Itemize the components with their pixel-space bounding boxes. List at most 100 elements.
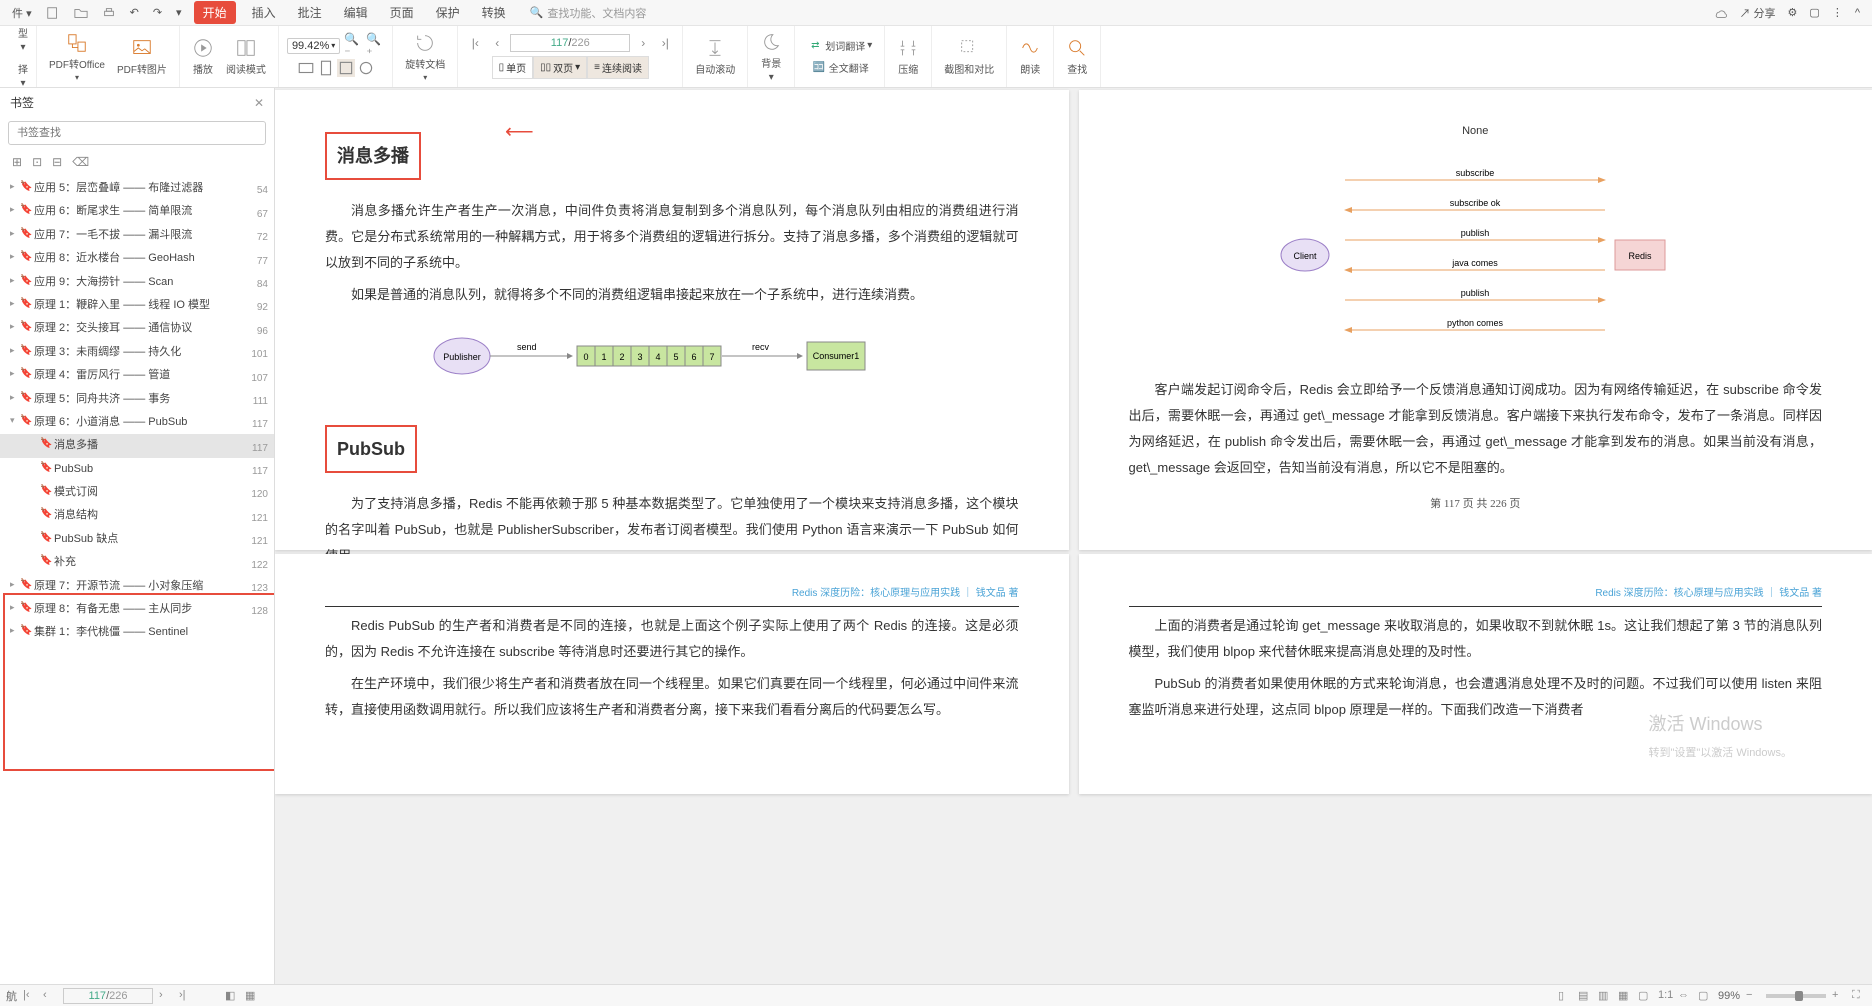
zoom-status[interactable]: 99% — [1718, 990, 1740, 1002]
bookmark-item[interactable]: ▸🔖应用 5：层峦叠嶂 —— 布隆过滤器54 — [0, 177, 274, 200]
single-page-button[interactable]: ▯ 单页 — [492, 56, 534, 79]
page-number-input[interactable]: 117/226 — [510, 34, 630, 52]
bookmark-item[interactable]: ▸🔖原理 7：开源节流 —— 小对象压缩123 — [0, 575, 274, 598]
sidebar-toggle-icon[interactable]: ◧ — [225, 989, 239, 1003]
print-icon[interactable] — [96, 4, 122, 22]
tab-insert[interactable]: 插入 — [242, 0, 286, 25]
next-page-status-icon[interactable]: › — [159, 989, 173, 1003]
bookmark-item[interactable]: ▸🔖原理 2：交头接耳 —— 通信协议96 — [0, 317, 274, 340]
bookmark-subitem[interactable]: 🔖PubSub 缺点121 — [0, 528, 274, 551]
close-panel-icon[interactable]: ✕ — [254, 96, 264, 110]
open-icon[interactable] — [68, 4, 94, 22]
bookmark-item[interactable]: ▸🔖集群 1：李代桃僵 —— Sentinel — [0, 621, 274, 644]
bookmark-item[interactable]: ▸🔖应用 7：一毛不拔 —— 漏斗限流72 — [0, 224, 274, 247]
fit-visible-icon[interactable] — [357, 59, 375, 77]
first-page-icon[interactable]: |‹ — [466, 34, 484, 52]
view2-icon[interactable]: ▤ — [1578, 989, 1592, 1003]
collapse-icon[interactable]: ^ — [1849, 5, 1866, 21]
tab-edit[interactable]: 编辑 — [334, 0, 378, 25]
zoom-slider-plus-icon[interactable]: + — [1832, 989, 1846, 1003]
zoom-in-icon[interactable]: 🔍⁺ — [366, 37, 384, 55]
bookmark-item[interactable]: ▸🔖原理 3：未雨绸缪 —— 持久化101 — [0, 341, 274, 364]
command-search[interactable]: 🔍 查找功能、文档内容 — [530, 5, 647, 21]
tab-convert[interactable]: 转换 — [472, 0, 516, 25]
fit-width-status-icon[interactable]: ⇔ — [1678, 989, 1692, 1003]
new-icon[interactable] — [40, 4, 66, 22]
file-dropdown[interactable]: 件 ▾ — [6, 3, 38, 23]
background-button[interactable]: 背景 ▾ — [756, 29, 786, 85]
tab-page[interactable]: 页面 — [380, 0, 424, 25]
prev-page-status-icon[interactable]: ‹ — [43, 989, 57, 1003]
tab-protect[interactable]: 保护 — [426, 0, 470, 25]
bookmark-item[interactable]: ▸🔖应用 6：断尾求生 —— 简单限流67 — [0, 200, 274, 223]
pdf-to-office-button[interactable]: PDF转Office▾ — [45, 30, 109, 84]
actual-size-icon[interactable] — [337, 59, 355, 77]
play-button[interactable]: 播放 — [188, 35, 218, 78]
view5-icon[interactable]: ▢ — [1638, 989, 1652, 1003]
bookmark-subitem[interactable]: 🔖PubSub117 — [0, 458, 274, 481]
fit-page-icon[interactable] — [317, 59, 335, 77]
zoom-slider[interactable] — [1766, 994, 1826, 998]
zoom-out-status-icon[interactable]: ▢ — [1698, 989, 1712, 1003]
kebab-icon[interactable]: ⋮ — [1826, 4, 1849, 21]
tab-start[interactable]: 开始 — [194, 1, 236, 24]
pdf-to-image-button[interactable]: PDF转图片 — [113, 35, 171, 78]
add-bookmark-icon[interactable]: ⊞ — [12, 155, 22, 169]
rotate-doc-button[interactable]: 旋转文档▾ — [401, 30, 449, 84]
zoom-out-icon[interactable]: 🔍⁻ — [344, 37, 362, 55]
zoom-input[interactable]: 99.42% ▾ — [287, 38, 340, 54]
screenshot-compare-button[interactable]: 截图和对比 — [940, 35, 998, 78]
bookmark-search-input[interactable] — [8, 121, 266, 145]
undo-icon[interactable]: ↶ — [124, 4, 145, 21]
bookmark-subitem[interactable]: 🔖模式订阅120 — [0, 481, 274, 504]
read-aloud-button[interactable]: 朗读 — [1015, 35, 1045, 78]
document-view[interactable]: ✦ ⟶ 消息多播 ⟵ 消息多播允许生产者生产一次消息，中间件负责将消息复制到多个… — [275, 88, 1872, 984]
new-sub-bookmark-icon[interactable]: ⊡ — [32, 155, 42, 169]
bookmark-item[interactable]: ▸🔖应用 8：近水楼台 —— GeoHash77 — [0, 247, 274, 270]
bookmark-item[interactable]: ▸🔖原理 8：有备无患 —— 主从同步128 — [0, 598, 274, 621]
last-page-icon[interactable]: ›| — [656, 34, 674, 52]
thumbnails-icon[interactable]: ▦ — [245, 989, 259, 1003]
reading-mode-button[interactable]: 阅读模式 — [222, 35, 270, 78]
tab-review[interactable]: 批注 — [288, 0, 332, 25]
bookmark-subitem[interactable]: 🔖消息结构121 — [0, 504, 274, 527]
svg-text:Client: Client — [1294, 251, 1318, 261]
full-translate-button[interactable]: 🈁 全文翻译 — [803, 58, 876, 78]
continuous-button[interactable]: ≡ 连续阅读 — [587, 56, 649, 79]
redo-icon[interactable]: ↷ — [147, 4, 168, 21]
fit-width-icon[interactable] — [297, 59, 315, 77]
double-page-button[interactable]: ▯▯ 双页 ▾ — [533, 56, 587, 79]
auto-scroll-button[interactable]: 自动滚动 — [691, 35, 739, 78]
status-page-input[interactable]: 117/226 — [63, 988, 153, 1004]
word-translate-button[interactable]: ⇄ 划词翻译 ▾ — [803, 36, 876, 56]
fullscreen-icon[interactable]: ⛶ — [1852, 989, 1866, 1003]
compress-button[interactable]: 压缩 — [893, 35, 923, 78]
view4-icon[interactable]: ▦ — [1618, 989, 1632, 1003]
next-page-icon[interactable]: › — [634, 34, 652, 52]
prev-page-icon[interactable]: ‹ — [488, 34, 506, 52]
bookmark-item[interactable]: ▸🔖原理 4：雷厉风行 —— 管道107 — [0, 364, 274, 387]
settings-icon[interactable]: ⚙ — [1782, 4, 1804, 21]
last-page-status-icon[interactable]: ›| — [179, 989, 193, 1003]
delete-bookmark-icon[interactable]: ⌫ — [72, 155, 89, 169]
share-button[interactable]: ↗ 分享 — [1733, 3, 1781, 23]
more-dropdown-icon[interactable]: ▾ — [170, 4, 188, 21]
view1-icon[interactable]: ▯ — [1558, 989, 1572, 1003]
find-button[interactable]: 查找 — [1062, 35, 1092, 78]
bookmark-item[interactable]: ▸🔖原理 5：同舟共济 —— 事务111 — [0, 388, 274, 411]
bookmark-item[interactable]: ▸🔖应用 9：大海捞针 —— Scan84 — [0, 271, 274, 294]
window-icon[interactable]: ▢ — [1803, 4, 1825, 21]
select-button[interactable]: 择 ▾ — [14, 59, 32, 91]
chevron-icon: ▸ — [10, 579, 18, 590]
first-page-status-icon[interactable]: |‹ — [23, 989, 37, 1003]
bookmark-subitem[interactable]: 🔖补充122 — [0, 551, 274, 574]
fit-icon[interactable]: 1:1 — [1658, 989, 1672, 1003]
type-button[interactable]: 型 ▾ — [14, 23, 32, 55]
bookmark-item[interactable]: ▾🔖原理 6：小道消息 —— PubSub117 — [0, 411, 274, 434]
zoom-slider-minus-icon[interactable]: − — [1746, 989, 1760, 1003]
bookmark-subitem[interactable]: 🔖消息多播117 — [0, 434, 274, 457]
bookmark-item[interactable]: ▸🔖原理 1：鞭辟入里 —— 线程 IO 模型92 — [0, 294, 274, 317]
collapse-all-icon[interactable]: ⊟ — [52, 155, 62, 169]
cloud-icon[interactable] — [1707, 4, 1733, 22]
view3-icon[interactable]: ▥ — [1598, 989, 1612, 1003]
